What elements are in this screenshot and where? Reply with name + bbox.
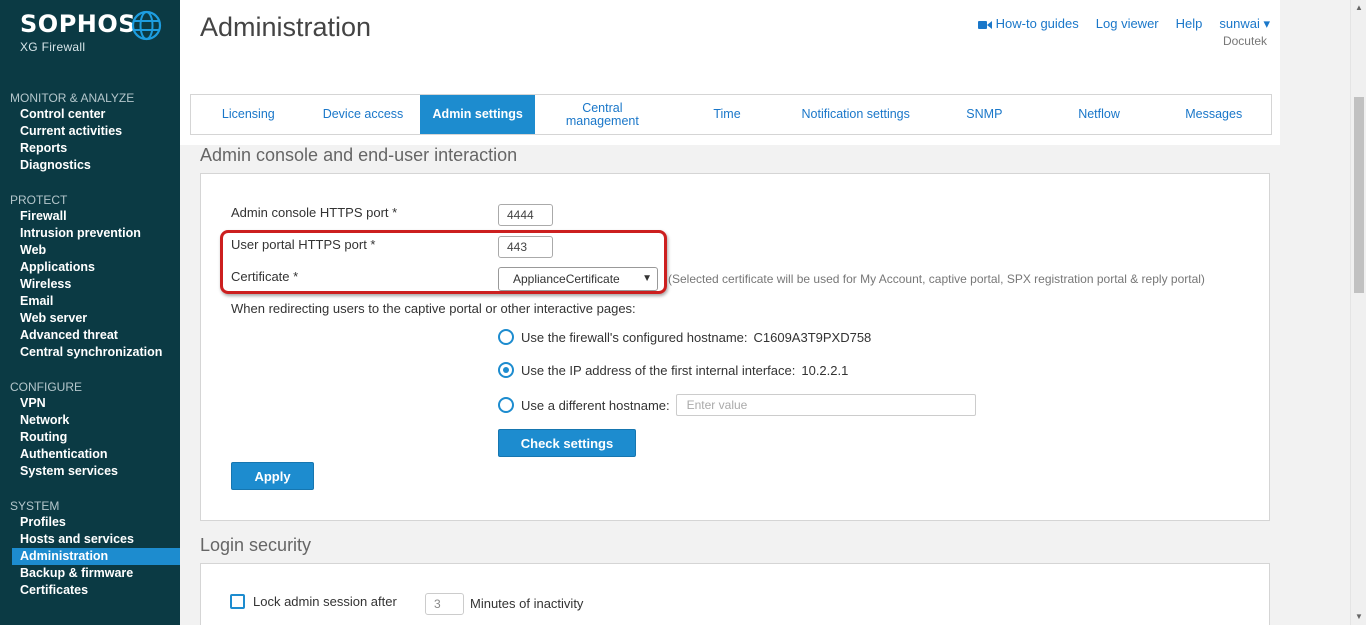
section-title-admin-console: Admin console and end-user interaction [200,145,518,165]
apply-button[interactable]: Apply [231,462,314,490]
nav-section-configure: CONFIGURE VPN Network Routing Authentica… [0,379,180,480]
nav-heading: SYSTEM [10,499,60,513]
howto-link[interactable]: How-to guides [977,16,1079,32]
option-ip-label: Use the IP address of the first internal… [521,362,796,378]
different-hostname-input[interactable] [675,394,976,416]
admin-console-panel: Admin console HTTPS port * User portal H… [200,173,1270,521]
sidebar-item-firewall[interactable]: Firewall [0,208,180,225]
sidebar-item-applications[interactable]: Applications [0,259,180,276]
certificate-hint: (Selected certificate will be used for M… [668,272,1205,286]
sidebar-item-profiles[interactable]: Profiles [0,514,180,531]
tab-bar: Licensing Device access Admin settings C… [190,94,1272,135]
sidebar-item-reports[interactable]: Reports [0,140,180,157]
page-header: Administration How-to guides Log viewer … [180,0,1280,145]
section-title-login-security: Login security [200,535,312,555]
sidebar-item-web[interactable]: Web [0,242,180,259]
nav-heading: CONFIGURE [10,380,82,394]
sidebar-item-system-services[interactable]: System services [0,463,180,480]
nav-section-system: SYSTEM Profiles Hosts and services Admin… [0,498,180,599]
help-link[interactable]: Help [1176,16,1203,32]
redirect-label: When redirecting users to the captive po… [231,301,636,316]
check-settings-button[interactable]: Check settings [498,429,636,457]
option-ip-value: 10.2.2.1 [801,362,849,378]
page-title: Administration [200,12,372,42]
nav-heading: PROTECT [10,193,68,207]
tab-snmp[interactable]: SNMP [927,95,1042,134]
sidebar-item-current-activities[interactable]: Current activities [0,123,180,140]
nav-section-protect: PROTECT Firewall Intrusion prevention We… [0,192,180,361]
option-hostname-value: C1609A3T9PXD758 [753,329,872,345]
sidebar-item-authentication[interactable]: Authentication [0,446,180,463]
tab-time[interactable]: Time [670,95,785,134]
video-camera-icon [977,20,992,29]
nav-section-monitor: MONITOR & ANALYZE Control center Current… [0,90,180,174]
sidebar-item-control-center[interactable]: Control center [0,106,180,123]
sidebar-item-web-server[interactable]: Web server [0,310,180,327]
option-hostname-row: Use the firewall's configured hostname: … [498,329,871,345]
sidebar-item-administration[interactable]: Administration [12,548,180,565]
option-ip-row: Use the IP address of the first internal… [498,362,848,378]
sidebar-item-hosts-and-services[interactable]: Hosts and services [0,531,180,548]
sidebar-item-certificates[interactable]: Certificates [0,582,180,599]
scroll-down-arrow-icon[interactable]: ▼ [1355,612,1363,621]
login-security-panel: Lock admin session after Minutes of inac… [200,563,1270,625]
sidebar-item-backup-firmware[interactable]: Backup & firmware [0,565,180,582]
nav-heading: MONITOR & ANALYZE [10,91,135,105]
highlight-annotation-box [220,230,667,294]
tab-netflow[interactable]: Netflow [1042,95,1157,134]
tab-notification-settings[interactable]: Notification settings [784,95,927,134]
brand-product: XG Firewall [20,40,86,54]
sidebar: SOPHOS XG Firewall MONITOR & ANALYZE Con… [0,0,180,625]
sidebar-item-wireless[interactable]: Wireless [0,276,180,293]
user-menu[interactable]: sunwai ▾ [1219,16,1270,32]
scroll-up-arrow-icon[interactable]: ▲ [1355,3,1363,12]
option-hostname-label: Use the firewall's configured hostname: [521,329,748,345]
sidebar-item-intrusion-prevention[interactable]: Intrusion prevention [0,225,180,242]
main-content: Administration How-to guides Log viewer … [180,0,1350,625]
tab-central-management[interactable]: Central management [535,95,670,134]
sidebar-item-central-synchronization[interactable]: Central synchronization [0,344,180,361]
vertical-scrollbar[interactable]: ▲ ▼ [1350,0,1366,625]
lock-minutes-input[interactable] [425,593,464,615]
hostname-radio[interactable] [498,329,514,345]
sidebar-item-advanced-threat[interactable]: Advanced threat [0,327,180,344]
admin-https-port-label: Admin console HTTPS port * [231,205,398,220]
sidebar-item-vpn[interactable]: VPN [0,395,180,412]
tab-device-access[interactable]: Device access [306,95,421,134]
sidebar-item-routing[interactable]: Routing [0,429,180,446]
option-different-label: Use a different hostname: [521,397,670,413]
option-different-row: Use a different hostname: [498,394,976,416]
scroll-thumb[interactable] [1354,97,1364,293]
tab-admin-settings[interactable]: Admin settings [420,95,536,134]
top-links: How-to guides Log viewer Help sunwai ▾ [977,16,1270,32]
admin-https-port-input[interactable] [498,204,553,226]
tab-messages[interactable]: Messages [1156,95,1271,134]
brand: SOPHOS XG Firewall [20,10,136,54]
brand-name: SOPHOS [20,10,137,38]
sidebar-item-network[interactable]: Network [0,412,180,429]
lock-session-checkbox[interactable] [230,594,245,609]
different-hostname-radio[interactable] [498,397,514,413]
howto-label: How-to guides [995,16,1079,31]
sophos-globe-icon [131,10,162,41]
company-name: Docutek [1222,34,1267,48]
lock-session-label: Lock admin session after [253,594,397,609]
sidebar-item-diagnostics[interactable]: Diagnostics [0,157,180,174]
ip-radio[interactable] [498,362,514,378]
lock-minutes-suffix: Minutes of inactivity [470,596,584,611]
tab-licensing[interactable]: Licensing [191,95,306,134]
log-viewer-link[interactable]: Log viewer [1096,16,1159,32]
sidebar-item-email[interactable]: Email [0,293,180,310]
